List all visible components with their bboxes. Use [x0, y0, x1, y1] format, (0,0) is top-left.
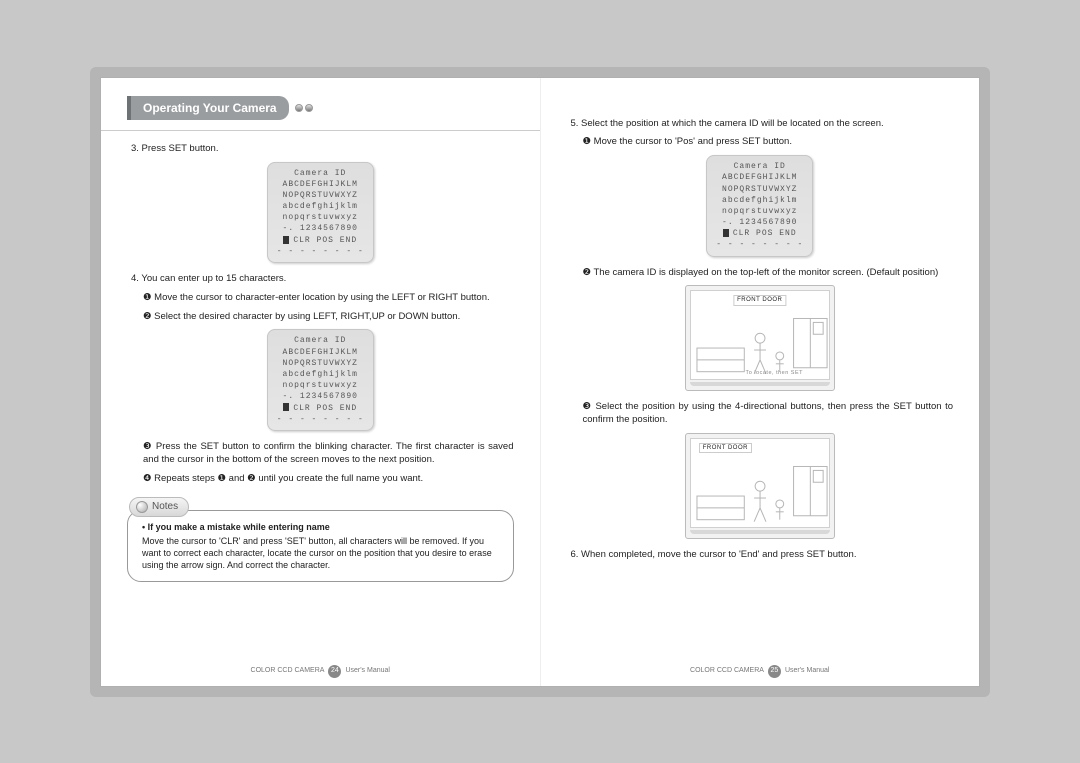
- step-4a: ❶ Move the cursor to character-enter loc…: [143, 292, 514, 305]
- footer-left: COLOR CCD CAMERA 24 User's Manual: [101, 665, 540, 678]
- osd-row-4: nopqrstuvwxyz: [722, 207, 797, 216]
- osd-row-2: NOPQRSTUVWXYZ: [283, 191, 358, 200]
- osd-row-5: -. 1234567890: [722, 218, 797, 227]
- footer-product: COLOR CCD CAMERA: [251, 666, 325, 675]
- step-4: 4. You can enter up to 15 characters.: [131, 273, 514, 286]
- cursor-icon: [723, 229, 729, 237]
- step-4c: ❸ Press the SET button to confirm the bl…: [143, 441, 514, 467]
- osd-row-4: nopqrstuvwxyz: [283, 381, 358, 390]
- page-background: Operating Your Camera 3. Press SET butto…: [0, 0, 1080, 763]
- section-tab: Operating Your Camera: [127, 96, 289, 120]
- right-page: 5. Select the position at which the came…: [540, 78, 980, 686]
- header-divider: [101, 130, 540, 131]
- footer-product: COLOR CCD CAMERA: [690, 666, 764, 675]
- osd-row-1: ABCDEFGHIJKLM: [722, 173, 797, 182]
- footer-subtitle: User's Manual: [785, 666, 830, 675]
- arrows-icon: [717, 371, 744, 377]
- osd-row-1: ABCDEFGHIJKLM: [283, 180, 358, 189]
- page-number-right: 25: [768, 665, 781, 678]
- osd-row-6: CLR POS END: [293, 236, 357, 245]
- page-frame: Operating Your Camera 3. Press SET butto…: [90, 67, 990, 697]
- notes-lead: • If you make a mistake while entering n…: [142, 521, 499, 533]
- caption-text: To locate, then SET: [746, 370, 804, 377]
- monitor-frame: FRONT DOOR: [685, 285, 835, 391]
- osd-display-3: Camera ID ABCDEFGHIJKLM NOPQRSTUVWXYZ ab…: [567, 155, 954, 257]
- monitor-base: [690, 382, 830, 386]
- page-number-left: 24: [328, 665, 341, 678]
- osd-row-1: ABCDEFGHIJKLM: [283, 348, 358, 357]
- section-title: Operating Your Camera: [143, 101, 277, 115]
- osd-row-6: CLR POS END: [293, 404, 357, 413]
- monitor-caption: To locate, then SET: [691, 370, 829, 377]
- osd-row-4: nopqrstuvwxyz: [283, 213, 358, 222]
- cursor-icon: [283, 236, 289, 244]
- osd-row-5: -. 1234567890: [283, 224, 358, 233]
- footer-subtitle: User's Manual: [345, 666, 390, 675]
- osd-panel: Camera ID ABCDEFGHIJKLM NOPQRSTUVWXYZ ab…: [267, 162, 374, 264]
- monitor-frame: FRONT DOOR: [685, 433, 835, 539]
- osd-row-2: NOPQRSTUVWXYZ: [722, 185, 797, 194]
- osd-row-5: -. 1234567890: [283, 392, 358, 401]
- monitor-screen: FRONT DOOR: [690, 290, 830, 380]
- osd-row-2: NOPQRSTUVWXYZ: [283, 359, 358, 368]
- front-door-label-top-left: FRONT DOOR: [699, 443, 752, 453]
- osd-row-6: CLR POS END: [733, 229, 797, 238]
- lightbulb-icon: [136, 501, 148, 513]
- left-page: Operating Your Camera 3. Press SET butto…: [101, 78, 540, 686]
- osd-display-1: Camera ID ABCDEFGHIJKLM NOPQRSTUVWXYZ ab…: [127, 162, 514, 264]
- notes-body: Move the cursor to 'CLR' and press 'SET'…: [142, 535, 499, 571]
- osd-row-3: abcdefghijklm: [283, 370, 358, 379]
- monitor-illustration-1: FRONT DOOR: [567, 285, 954, 391]
- step-5b: ❷ The camera ID is displayed on the top-…: [583, 267, 954, 280]
- tab-dots-icon: [293, 104, 313, 112]
- osd-row-3: abcdefghijklm: [283, 202, 358, 211]
- notes-box: • If you make a mistake while entering n…: [127, 510, 514, 583]
- osd-display-2: Camera ID ABCDEFGHIJKLM NOPQRSTUVWXYZ ab…: [127, 329, 514, 431]
- notes-label: Notes: [152, 500, 178, 514]
- front-door-label: FRONT DOOR: [733, 295, 786, 305]
- cursor-icon: [283, 403, 289, 411]
- osd-panel: Camera ID ABCDEFGHIJKLM NOPQRSTUVWXYZ ab…: [267, 329, 374, 431]
- step-3: 3. Press SET button.: [131, 143, 514, 156]
- step-6: 6. When completed, move the cursor to 'E…: [571, 549, 954, 562]
- notes-tab: Notes: [129, 497, 189, 517]
- page-spread: Operating Your Camera 3. Press SET butto…: [100, 77, 980, 687]
- footer-right: COLOR CCD CAMERA 25 User's Manual: [541, 665, 980, 678]
- monitor-base: [690, 530, 830, 534]
- osd-row-3: abcdefghijklm: [722, 196, 797, 205]
- step-4b: ❷ Select the desired character by using …: [143, 311, 514, 324]
- osd-title: Camera ID: [294, 336, 346, 345]
- room-scene-icon: [695, 455, 830, 528]
- monitor-illustration-2: FRONT DOOR: [567, 433, 954, 539]
- step-5a: ❶ Move the cursor to 'Pos' and press SET…: [583, 136, 954, 149]
- osd-title: Camera ID: [294, 169, 346, 178]
- step-5: 5. Select the position at which the came…: [571, 118, 954, 131]
- step-5c: ❸ Select the position by using the 4-dir…: [583, 401, 954, 427]
- section-header: Operating Your Camera: [127, 96, 514, 120]
- osd-title: Camera ID: [734, 162, 786, 171]
- step-4d: ❹ Repeats steps ❶ and ❷ until you create…: [143, 473, 514, 486]
- osd-panel: Camera ID ABCDEFGHIJKLM NOPQRSTUVWXYZ ab…: [706, 155, 813, 257]
- monitor-screen: FRONT DOOR: [690, 438, 830, 528]
